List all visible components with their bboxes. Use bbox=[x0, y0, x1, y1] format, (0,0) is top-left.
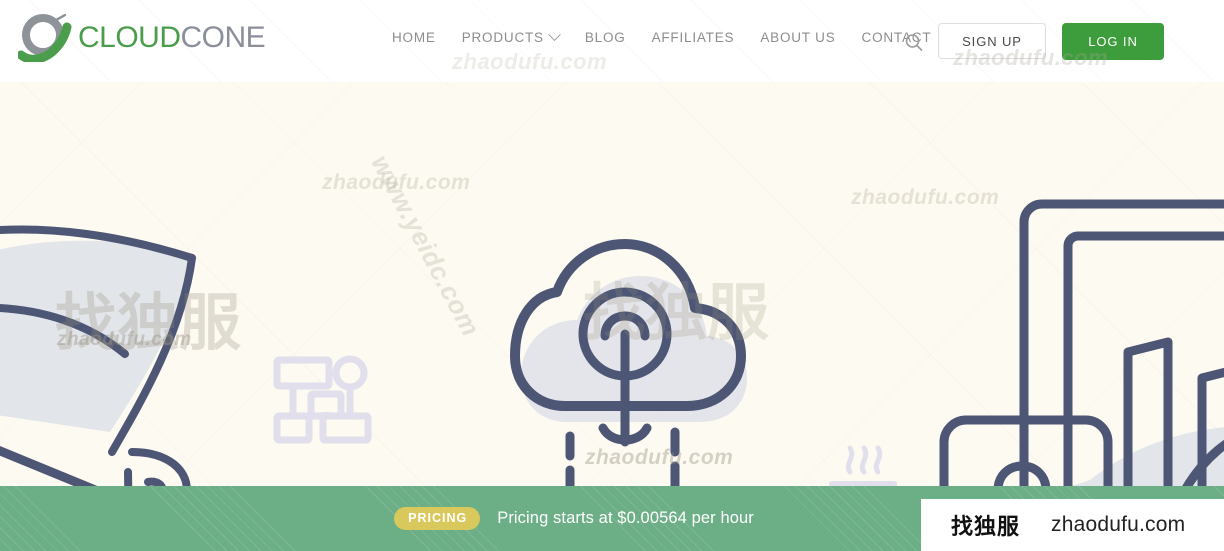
pricing-badge: PRICING bbox=[394, 507, 481, 530]
log-in-button[interactable]: LOG IN bbox=[1062, 23, 1164, 60]
logo-text-cone: CONE bbox=[180, 21, 266, 54]
pricing-text: Pricing starts at $0.00564 per hour bbox=[497, 509, 754, 527]
nav-label: AFFILIATES bbox=[651, 30, 735, 45]
watermark-box-cjk: 找独服 bbox=[951, 515, 1021, 540]
main-navigation: HOME PRODUCTS BLOG AFFILIATES ABOUT US C… bbox=[392, 28, 945, 45]
nav-item-blog[interactable]: BLOG bbox=[572, 30, 639, 45]
sign-up-label: SIGN UP bbox=[962, 33, 1022, 49]
nav-item-contact[interactable]: CONTACT bbox=[849, 30, 945, 45]
watermark-overlay-box: 找独服 zhaodufu.com bbox=[921, 499, 1224, 551]
logo-wordmark: CLOUDCONE bbox=[78, 14, 266, 62]
nav-item-about-us[interactable]: ABOUT US bbox=[747, 30, 848, 45]
nav-label: HOME bbox=[392, 30, 436, 45]
cloud-download-icon bbox=[510, 239, 747, 486]
network-diagram-icon bbox=[273, 355, 372, 444]
nav-item-affiliates[interactable]: AFFILIATES bbox=[639, 30, 748, 45]
nav-item-products[interactable]: PRODUCTS bbox=[449, 28, 572, 45]
watermark-box-url: zhaodufu.com bbox=[1051, 513, 1186, 536]
sign-up-button[interactable]: SIGN UP bbox=[938, 23, 1046, 59]
hero-illustration-banner bbox=[0, 82, 1224, 486]
pricing-content: PRICING Pricing starts at $0.00564 per h… bbox=[394, 507, 754, 530]
tablet-device-line-art bbox=[939, 199, 1224, 486]
search-icon[interactable] bbox=[902, 31, 926, 55]
chevron-down-icon bbox=[547, 28, 561, 42]
nav-label: PRODUCTS bbox=[461, 30, 544, 45]
log-in-label: LOG IN bbox=[1088, 34, 1138, 49]
nav-label: BLOG bbox=[584, 30, 626, 45]
coffee-cup-icon bbox=[829, 445, 897, 486]
site-header: CLOUDCONE HOME PRODUCTS BLOG AFFILIATES … bbox=[0, 0, 1224, 82]
nav-item-home[interactable]: HOME bbox=[392, 30, 449, 45]
logo-text-cloud: CLOUD bbox=[78, 21, 181, 54]
site-logo[interactable]: CLOUDCONE bbox=[16, 13, 266, 64]
nav-label: ABOUT US bbox=[760, 30, 836, 45]
cloudcone-swoosh-logo-icon bbox=[16, 13, 74, 64]
face-profile-line-art bbox=[0, 225, 196, 486]
